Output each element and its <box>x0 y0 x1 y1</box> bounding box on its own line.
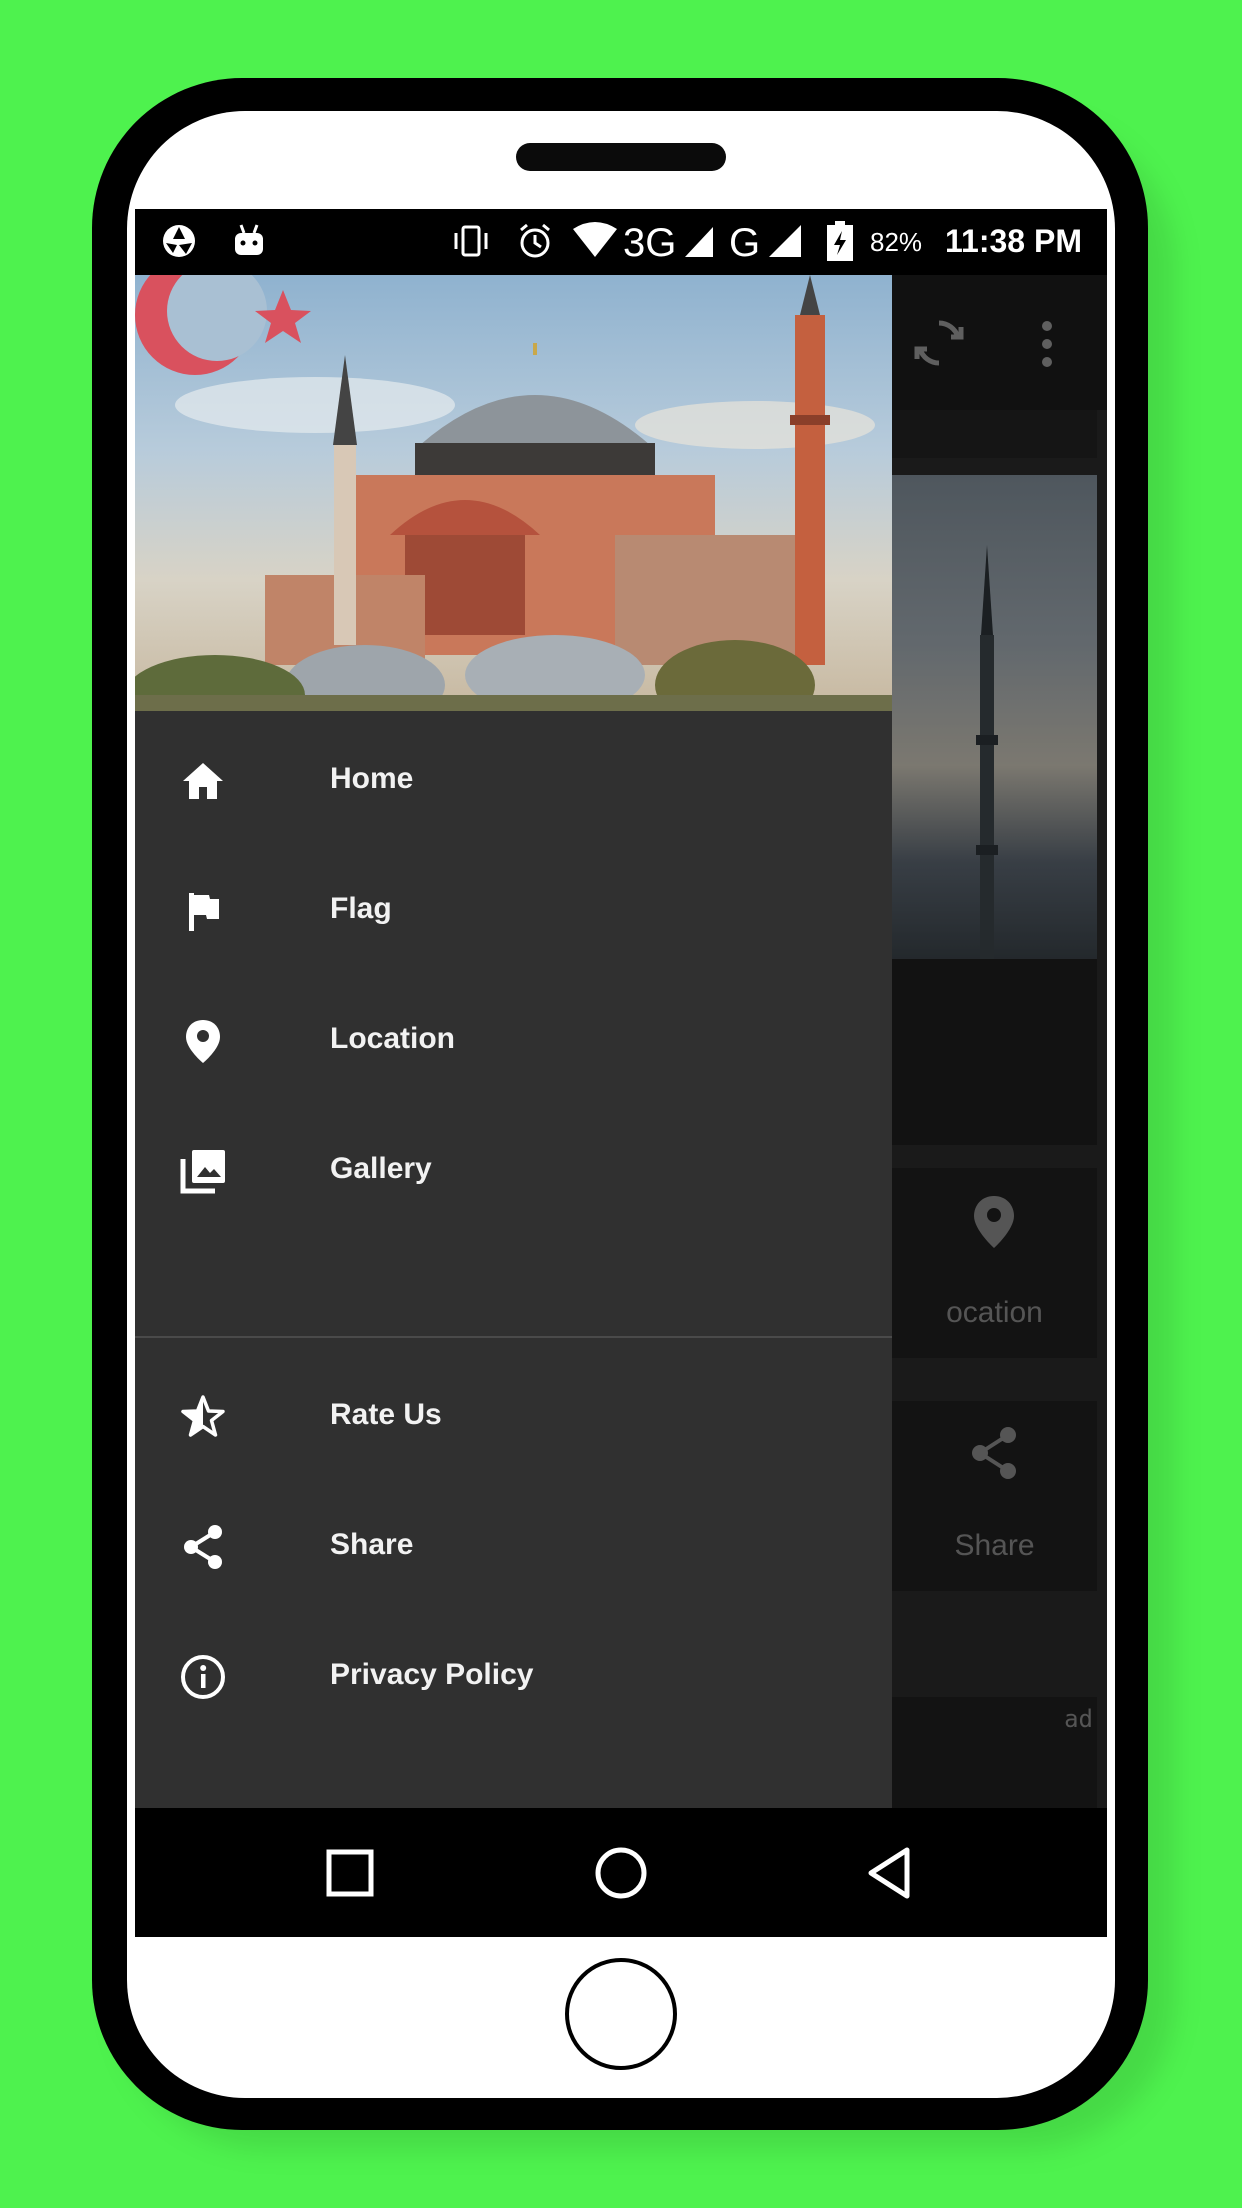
menu-item-label: Gallery <box>330 1152 432 1185</box>
hagia-sophia-illustration <box>135 275 892 711</box>
menu-item-flag[interactable]: Flag <box>135 846 892 976</box>
android-icon <box>235 224 263 255</box>
network-3g-label: 3G <box>623 221 677 265</box>
signal-icon-2 <box>769 225 801 257</box>
menu-item-share[interactable]: Share <box>135 1482 892 1612</box>
battery-charging-icon <box>827 221 853 261</box>
wifi-icon <box>573 222 617 257</box>
menu-item-location[interactable]: Location <box>135 976 892 1106</box>
menu-item-rate-us[interactable]: Rate Us <box>135 1352 892 1482</box>
home-icon <box>183 763 223 799</box>
phone-speaker <box>516 143 726 171</box>
signal-icon <box>685 227 713 257</box>
menu-item-label: Privacy Policy <box>330 1658 534 1691</box>
flag-icon <box>189 893 219 931</box>
network-g-label: G <box>729 221 761 265</box>
vibrate-icon <box>454 225 488 257</box>
phone-screen: 3G G 82% 11:38 PM ocation Share ad Home … <box>135 209 1107 1937</box>
menu-item-label: Share <box>330 1528 414 1561</box>
system-nav-bar <box>135 1808 1107 1937</box>
back-button[interactable] <box>855 1838 925 1908</box>
drawer-header-image <box>135 275 892 711</box>
recents-button[interactable] <box>315 1838 385 1908</box>
menu-item-privacy-policy[interactable]: Privacy Policy <box>135 1612 892 1742</box>
share-icon <box>184 1525 222 1569</box>
menu-item-label: Location <box>330 1022 455 1055</box>
navigation-drawer: Home Flag Location Gallery Rate Us Share… <box>135 275 892 1865</box>
phone-home-button[interactable] <box>565 1958 677 2070</box>
aperture-icon <box>163 225 195 257</box>
location-icon <box>186 1020 220 1063</box>
status-time: 11:38 PM <box>945 223 1082 259</box>
menu-item-label: Rate Us <box>330 1398 442 1431</box>
status-bar: 3G G 82% 11:38 PM <box>135 209 1107 275</box>
battery-percent: 82% <box>870 227 923 257</box>
drawer-divider <box>135 1336 892 1338</box>
menu-item-label: Home <box>330 762 414 795</box>
menu-item-gallery[interactable]: Gallery <box>135 1106 892 1236</box>
gallery-icon <box>180 1150 225 1194</box>
menu-item-home[interactable]: Home <box>135 716 892 846</box>
nav-home-button[interactable] <box>586 1838 656 1908</box>
info-icon <box>181 1655 225 1699</box>
alarm-icon <box>520 223 550 258</box>
menu-item-label: Flag <box>330 892 392 925</box>
star-half-icon <box>181 1395 225 1437</box>
